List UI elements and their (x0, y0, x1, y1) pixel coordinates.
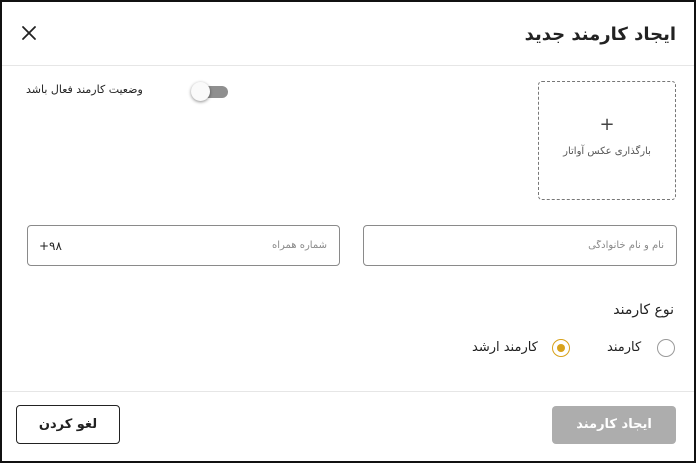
avatar-upload-label: بارگذاری عکس آواتار (563, 146, 651, 157)
plus-icon: + (599, 114, 615, 135)
close-icon (22, 26, 36, 40)
toggle-knob (191, 82, 210, 101)
employee-type-heading: نوع کارمند (613, 302, 674, 318)
radio-label: کارمند (607, 340, 642, 355)
full-name-field[interactable] (363, 225, 677, 266)
create-employee-button[interactable]: ایجاد کارمند (552, 406, 676, 444)
radio-selected-dot (556, 343, 565, 352)
active-status-label: وضعیت کارمند فعال باشد (26, 83, 143, 96)
dialog-title: ایجاد کارمند جدید (524, 24, 676, 45)
radio-button-selected[interactable] (552, 339, 570, 357)
cancel-button[interactable]: لغو کردن (16, 405, 120, 444)
phone-country-code: +۹۸ (39, 239, 62, 253)
radio-label: کارمند ارشد (472, 340, 538, 355)
create-employee-dialog: ایجاد کارمند جدید + بارگذاری عکس آواتار … (0, 0, 696, 463)
radio-option-senior-employee[interactable]: کارمند ارشد (472, 338, 574, 358)
phone-field[interactable]: +۹۸ (27, 225, 340, 266)
phone-input[interactable] (28, 226, 339, 265)
close-button[interactable] (18, 22, 40, 44)
footer-divider (2, 391, 694, 392)
radio-option-employee[interactable]: کارمند (607, 338, 679, 358)
full-name-input[interactable] (364, 226, 676, 265)
active-status-toggle[interactable] (191, 82, 228, 101)
avatar-upload-box[interactable]: + بارگذاری عکس آواتار (538, 81, 676, 200)
dialog-header: ایجاد کارمند جدید (2, 2, 694, 66)
radio-button[interactable] (657, 339, 675, 357)
